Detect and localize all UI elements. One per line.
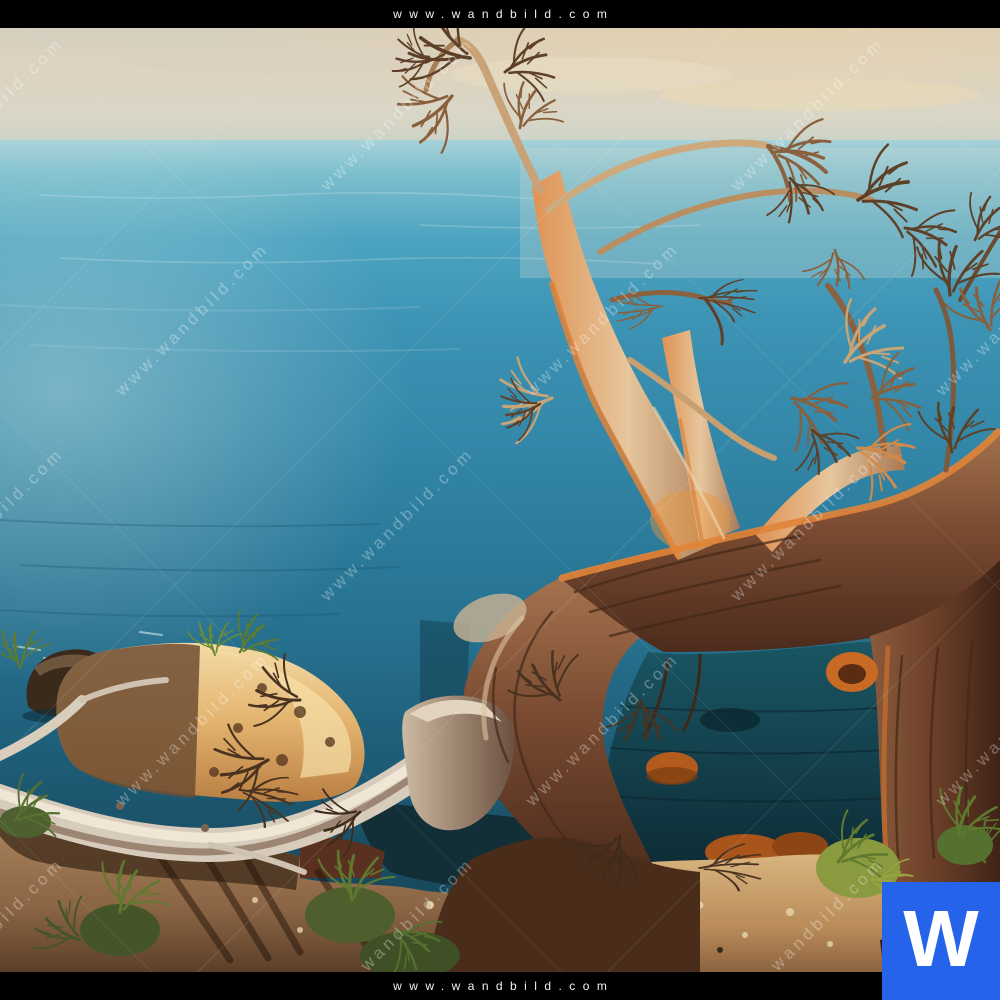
bottom-bar-text: www.wandbild.com (386, 979, 615, 993)
top-bar-text: www.wandbild.com (386, 7, 615, 21)
logo-letter: W (903, 899, 979, 979)
seascape-photo: www.wandbild.com (0, 0, 1000, 1000)
product-image: www.wandbild.com (0, 0, 1000, 1000)
watermark-overlay (0, 28, 1000, 972)
top-watermark-bar: www.wandbild.com (0, 0, 1000, 28)
wandbild-logo: W (882, 882, 1000, 1000)
bottom-watermark-bar: www.wandbild.com (0, 972, 1000, 1000)
